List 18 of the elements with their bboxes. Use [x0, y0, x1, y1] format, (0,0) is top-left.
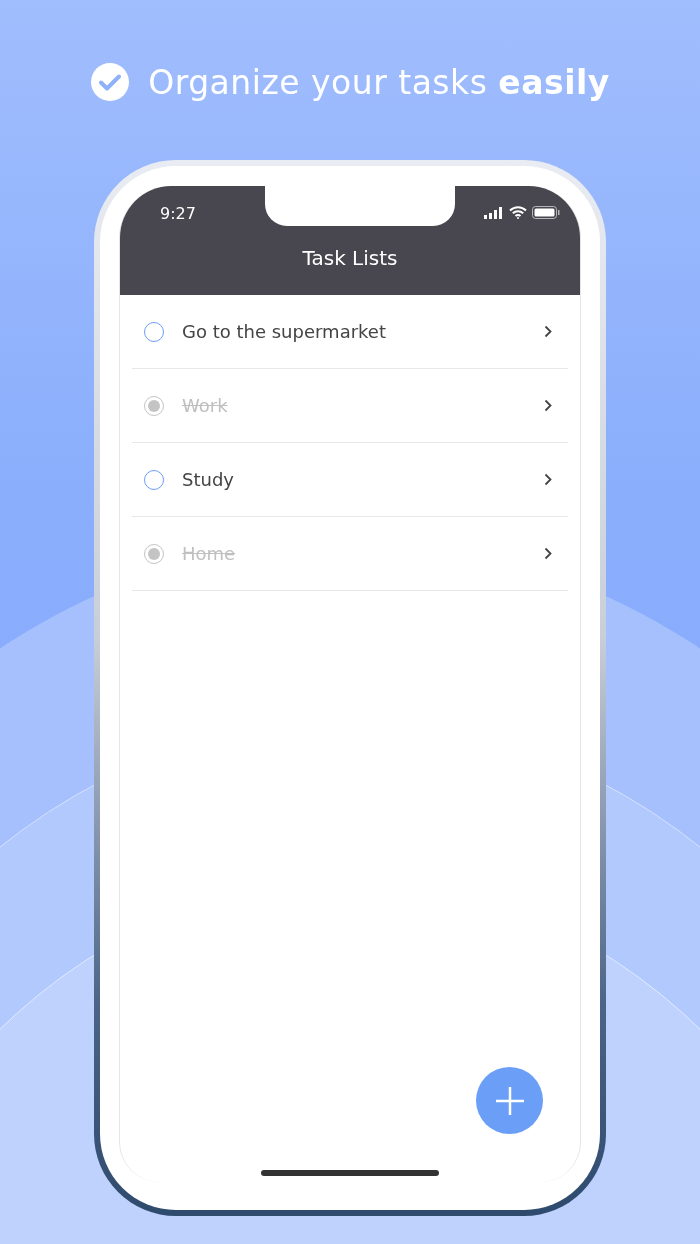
status-time: 9:27: [159, 203, 197, 223]
task-label: Home: [182, 543, 237, 564]
chevron-right-icon: [544, 547, 552, 560]
headline: Organize your tasks easily: [148, 62, 610, 102]
screen-title: Task Lists: [301, 245, 399, 270]
task-label: Go to the supermarket: [182, 321, 387, 342]
plus-icon: [493, 1084, 526, 1117]
chevron-right-icon: [544, 473, 552, 486]
check-circle-icon: [90, 62, 131, 102]
wifi-icon: [509, 206, 527, 219]
chevron-right-icon: [544, 325, 552, 338]
task-label: Study: [182, 469, 235, 490]
task-row[interactable]: Go to the supermarket: [132, 295, 568, 369]
task-label: Work: [182, 395, 229, 416]
chevron-right-icon: [544, 399, 552, 412]
battery-icon: [532, 206, 560, 219]
signal-icon: [484, 206, 504, 219]
task-row[interactable]: Study: [132, 443, 568, 517]
